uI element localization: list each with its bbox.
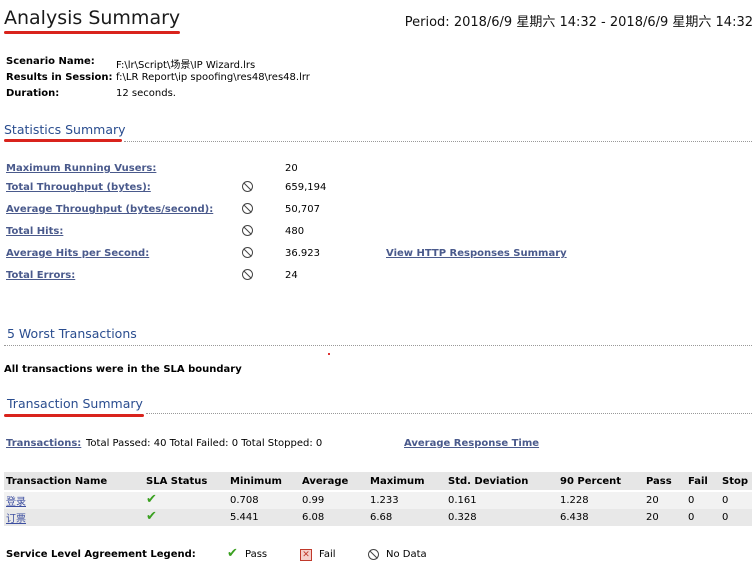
scenario-name-label: Scenario Name:	[6, 56, 95, 67]
transaction-table: Transaction Name SLA Status Minimum Aver…	[4, 472, 752, 526]
stat-value-max-vusers: 20	[285, 163, 298, 174]
cell-fail: 0	[686, 509, 720, 526]
cell-stop: 0	[720, 491, 752, 509]
scenario-name-value: F:\lr\Script\场景\IP Wizard.lrs	[116, 60, 256, 71]
transaction-link-booking[interactable]: 订票	[6, 514, 26, 525]
fail-x-icon: ✕	[300, 549, 312, 561]
col-fail: Fail	[686, 472, 720, 492]
cell-90-percent: 6.438	[558, 509, 644, 526]
transaction-summary-title: Transaction Summary	[7, 396, 143, 411]
stat-link-avg-hits[interactable]: Average Hits per Second:	[6, 248, 149, 259]
cell-stop: 0	[720, 509, 752, 526]
results-session-label: Results in Session:	[6, 72, 113, 83]
col-transaction-name: Transaction Name	[4, 472, 144, 492]
worst-transactions-title: 5 Worst Transactions	[7, 326, 137, 341]
col-pass: Pass	[644, 472, 686, 492]
transactions-totals: Total Passed: 40 Total Failed: 0 Total S…	[86, 438, 323, 449]
sla-legend-title: Service Level Agreement Legend:	[6, 549, 196, 560]
stat-link-total-throughput[interactable]: Total Throughput (bytes):	[6, 182, 151, 193]
stat-value-avg-throughput: 50,707	[285, 204, 320, 215]
pass-check-icon: ✔	[146, 492, 157, 507]
marker-dot	[328, 353, 330, 355]
cell-maximum: 6.68	[368, 509, 446, 526]
results-session-value: f:\LR Report\ip spoofing\res48\res48.lrr	[116, 72, 310, 83]
statistics-summary-title: Statistics Summary	[4, 122, 126, 137]
col-std-deviation: Std. Deviation	[446, 472, 558, 492]
cell-pass: 20	[644, 509, 686, 526]
no-data-icon	[242, 269, 253, 280]
cell-std-deviation: 0.328	[446, 509, 558, 526]
pass-check-icon: ✔	[146, 509, 157, 524]
no-data-icon	[242, 203, 253, 214]
col-maximum: Maximum	[368, 472, 446, 492]
col-average: Average	[300, 472, 368, 492]
transaction-divider	[146, 413, 752, 414]
cell-std-deviation: 0.161	[446, 491, 558, 509]
pass-check-icon: ✔	[227, 546, 238, 561]
title-underline	[4, 31, 180, 34]
page-title: Analysis Summary	[4, 7, 181, 29]
no-data-icon	[242, 181, 253, 192]
statistics-underline	[4, 139, 122, 142]
stat-value-total-hits: 480	[285, 226, 305, 237]
cell-minimum: 0.708	[228, 491, 300, 509]
legend-fail-label: Fail	[319, 549, 336, 560]
legend-nodata-label: No Data	[386, 549, 427, 560]
table-row: 登录 ✔ 0.708 0.99 1.233 0.161 1.228 20 0 0	[4, 491, 752, 509]
no-data-icon	[242, 225, 253, 236]
cell-90-percent: 1.228	[558, 491, 644, 509]
no-data-icon	[242, 247, 253, 258]
stat-link-max-vusers[interactable]: Maximum Running Vusers:	[6, 163, 156, 174]
statistics-divider	[124, 141, 752, 142]
col-stop: Stop	[720, 472, 752, 492]
duration-value: 12 seconds.	[116, 88, 176, 99]
stat-value-avg-hits: 36.923	[285, 248, 320, 259]
stat-value-total-throughput: 659,194	[285, 182, 327, 193]
stat-value-total-errors: 24	[285, 270, 298, 281]
col-minimum: Minimum	[228, 472, 300, 492]
transaction-underline	[4, 414, 144, 417]
table-row: 订票 ✔ 5.441 6.08 6.68 0.328 6.438 20 0 0	[4, 509, 752, 526]
cell-fail: 0	[686, 491, 720, 509]
no-data-icon	[368, 549, 379, 560]
period-text: Period: 2018/6/9 星期六 14:32 - 2018/6/9 星期…	[404, 15, 753, 30]
transaction-link-login[interactable]: 登录	[6, 497, 26, 508]
sla-boundary-message: All transactions were in the SLA boundar…	[4, 364, 242, 375]
transactions-link[interactable]: Transactions:	[6, 438, 81, 449]
cell-average: 0.99	[300, 491, 368, 509]
col-sla-status: SLA Status	[144, 472, 228, 492]
view-http-responses-link[interactable]: View HTTP Responses Summary	[386, 248, 567, 259]
average-response-time-link[interactable]: Average Response Time	[404, 438, 539, 449]
duration-label: Duration:	[6, 88, 60, 99]
stat-link-avg-throughput[interactable]: Average Throughput (bytes/second):	[6, 204, 213, 215]
col-90-percent: 90 Percent	[558, 472, 644, 492]
legend-pass-label: Pass	[245, 549, 268, 560]
stat-link-total-errors[interactable]: Total Errors:	[6, 270, 75, 281]
cell-pass: 20	[644, 491, 686, 509]
worst-divider	[4, 345, 752, 346]
cell-maximum: 1.233	[368, 491, 446, 509]
table-header-row: Transaction Name SLA Status Minimum Aver…	[4, 472, 752, 492]
cell-average: 6.08	[300, 509, 368, 526]
cell-minimum: 5.441	[228, 509, 300, 526]
stat-link-total-hits[interactable]: Total Hits:	[6, 226, 63, 237]
